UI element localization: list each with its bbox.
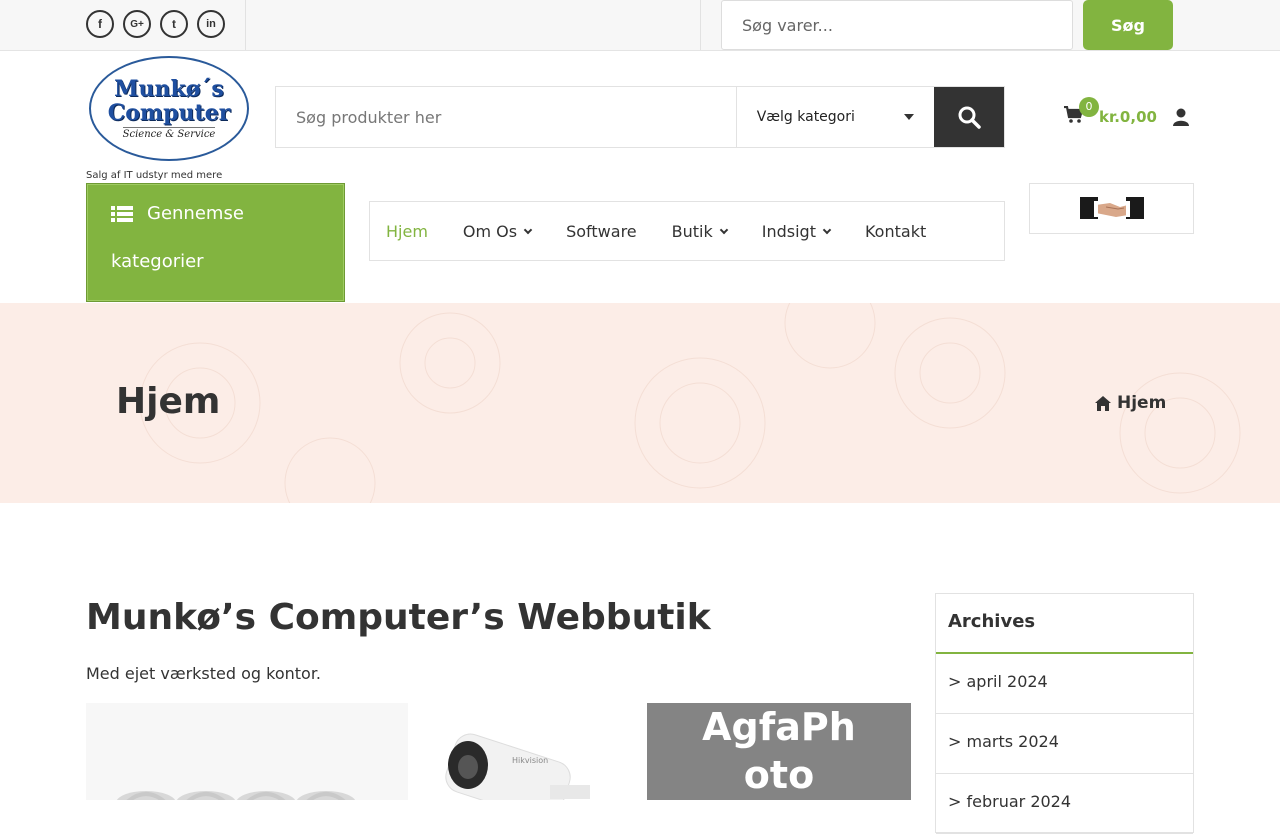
facebook-icon[interactable]: f [86, 10, 114, 38]
top-search-button[interactable]: Søg [1083, 0, 1173, 50]
handshake-image [1079, 196, 1144, 219]
chevron-down-icon [822, 225, 832, 234]
nav-item-kontakt[interactable]: Kontakt [865, 222, 926, 241]
product-image-router[interactable] [86, 703, 408, 800]
caret-down-icon [904, 114, 915, 120]
page-lead: Med ejet værksted og kontor. [86, 664, 322, 683]
archive-link[interactable]: > april 2024 [936, 654, 1193, 714]
svg-text:Hikvision: Hikvision [512, 756, 548, 765]
search-icon [958, 106, 981, 129]
divider [245, 0, 246, 50]
logo-text-line1: Munkø´s [114, 76, 224, 102]
product-search-input[interactable] [276, 87, 737, 147]
logo-text-line3: Science & Service [122, 127, 216, 140]
linkedin-icon[interactable]: in [197, 10, 225, 38]
agfaphoto-text: AgfaPhoto [702, 705, 856, 797]
agfaphoto-banner[interactable]: AgfaPhoto [647, 703, 911, 800]
page-hero: Hjem Hjem [0, 303, 1280, 503]
nav-item-om-os[interactable]: Om Os [462, 221, 533, 241]
top-bar: f G+ t in Søg [0, 0, 1280, 51]
archives-title: Archives [936, 594, 1193, 654]
nav-label: Om Os [462, 221, 518, 241]
router-image [116, 791, 356, 800]
chevron-down-icon [523, 225, 533, 234]
user-icon[interactable] [1173, 108, 1189, 126]
nav-label: Software [566, 221, 637, 241]
hero-title: Hjem [116, 381, 221, 422]
page-title: Munkø’s Computer’s Webbutik [86, 597, 711, 638]
main-nav: Hjem Om Os Software Butik Indsigt Kontak… [369, 201, 1005, 261]
breadcrumb-home[interactable]: Hjem [1117, 393, 1166, 413]
home-icon [1095, 395, 1111, 411]
archives-widget: Archives > april 2024 > marts 2024 > feb… [935, 593, 1194, 834]
browse-categories-label-1: Gennemse [147, 203, 244, 224]
nav-label: Kontakt [864, 221, 927, 241]
nav-item-butik[interactable]: Butik [671, 221, 728, 241]
browse-categories-button[interactable]: Gennemse kategorier [86, 183, 345, 302]
product-image-camera[interactable]: Hikvision [420, 703, 640, 800]
chevron-down-icon [719, 225, 728, 234]
handshake-banner[interactable] [1029, 183, 1194, 234]
product-search-bar: Vælg kategori [275, 86, 1005, 148]
breadcrumb[interactable]: Hjem [1095, 393, 1166, 413]
product-search-button[interactable] [934, 87, 1004, 147]
cart[interactable]: 0 kr.0,00 [1064, 97, 1204, 136]
social-links: f G+ t in [86, 10, 225, 38]
archive-link[interactable]: > februar 2024 [936, 774, 1193, 834]
twitter-icon[interactable]: t [160, 10, 188, 38]
divider [700, 0, 701, 50]
site-logo[interactable]: Munkø´s Computer Science & Service [89, 56, 249, 161]
logo-text-line2: Computer [107, 100, 231, 126]
list-icon [111, 206, 133, 222]
category-select[interactable]: Vælg kategori [737, 87, 935, 147]
google-plus-icon[interactable]: G+ [123, 10, 151, 38]
category-select-label: Vælg kategori [756, 109, 855, 125]
browse-categories-label-2: kategorier [111, 251, 204, 272]
nav-item-indsigt[interactable]: Indsigt [761, 221, 832, 241]
nav-item-software[interactable]: Software [566, 222, 637, 241]
nav-label: Hjem [386, 221, 428, 241]
nav-label: Indsigt [761, 221, 816, 241]
cart-total[interactable]: kr.0,00 [1099, 108, 1157, 126]
cart-count-badge: 0 [1079, 97, 1099, 117]
nav-label: Butik [671, 221, 713, 241]
site-tagline: Salg af IT udstyr med mere [86, 170, 223, 181]
archive-link[interactable]: > marts 2024 [936, 714, 1193, 774]
top-search-input[interactable] [721, 0, 1073, 50]
security-camera-image: Hikvision [445, 733, 590, 800]
nav-item-hjem[interactable]: Hjem [386, 222, 428, 241]
